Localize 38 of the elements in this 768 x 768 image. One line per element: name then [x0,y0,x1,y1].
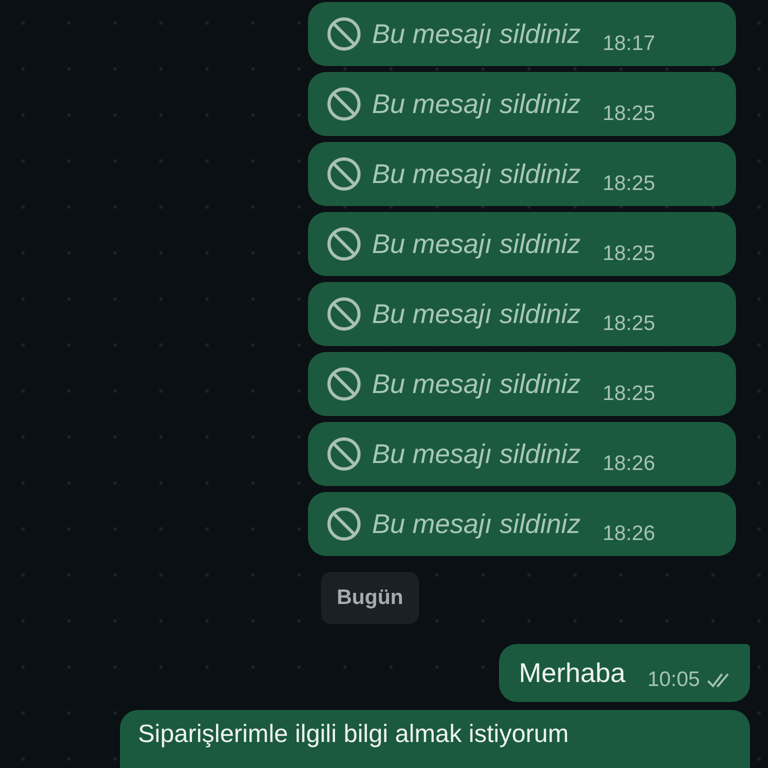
prohibited-icon [326,16,362,52]
message-time: 18:25 [602,242,656,266]
deleted-message-bubble[interactable]: Bu mesajı sildiniz 18:26 [308,492,736,556]
deleted-message-text: Bu mesajı sildiniz [372,298,581,330]
prohibited-icon [326,86,362,122]
message-time: 18:25 [602,382,656,406]
message-time: 18:25 [602,172,656,196]
deleted-message-text: Bu mesajı sildiniz [372,88,581,120]
prohibited-icon [326,226,362,262]
message-time: 18:17 [602,32,656,56]
message-time: 18:25 [602,312,656,336]
prohibited-icon [326,366,362,402]
deleted-message-text: Bu mesajı sildiniz [372,368,581,400]
deleted-message-text: Bu mesajı sildiniz [372,158,581,190]
deleted-message-bubble[interactable]: Bu mesajı sildiniz 18:25 [308,212,736,276]
message-time: 18:26 [602,452,656,476]
message-text: Siparişlerimle ilgili bilgi almak istiyorum [138,720,569,748]
deleted-message-bubble[interactable]: Bu mesajı sildiniz 18:17 [308,2,736,66]
message-time: 18:26 [602,522,656,546]
message-text: Merhaba [518,658,626,688]
prohibited-icon [326,156,362,192]
deleted-message-bubble[interactable]: Bu mesajı sildiniz 18:26 [308,422,736,486]
date-label: Bugün [320,572,420,624]
message-time: 18:25 [602,102,656,126]
prohibited-icon [326,436,362,472]
message-bubble[interactable]: Siparişlerimle ilgili bilgi almak istiyorum [120,710,750,768]
message-time: 10:05 [647,668,700,692]
prohibited-icon [326,506,362,542]
deleted-message-bubble[interactable]: Bu mesajı sildiniz 18:25 [308,352,736,416]
deleted-message-text: Bu mesajı sildiniz [372,438,581,470]
deleted-message-text: Bu mesajı sildiniz [372,508,581,540]
message-bubble[interactable]: Merhaba 10:05 [498,644,750,702]
deleted-message-bubble[interactable]: Bu mesajı sildiniz 18:25 [308,142,736,206]
prohibited-icon [326,296,362,332]
deleted-message-text: Bu mesajı sildiniz [372,18,581,50]
deleted-message-text: Bu mesajı sildiniz [372,228,581,260]
deleted-message-bubble[interactable]: Bu mesajı sildiniz 18:25 [308,282,736,346]
deleted-message-bubble[interactable]: Bu mesajı sildiniz 18:25 [308,72,736,136]
